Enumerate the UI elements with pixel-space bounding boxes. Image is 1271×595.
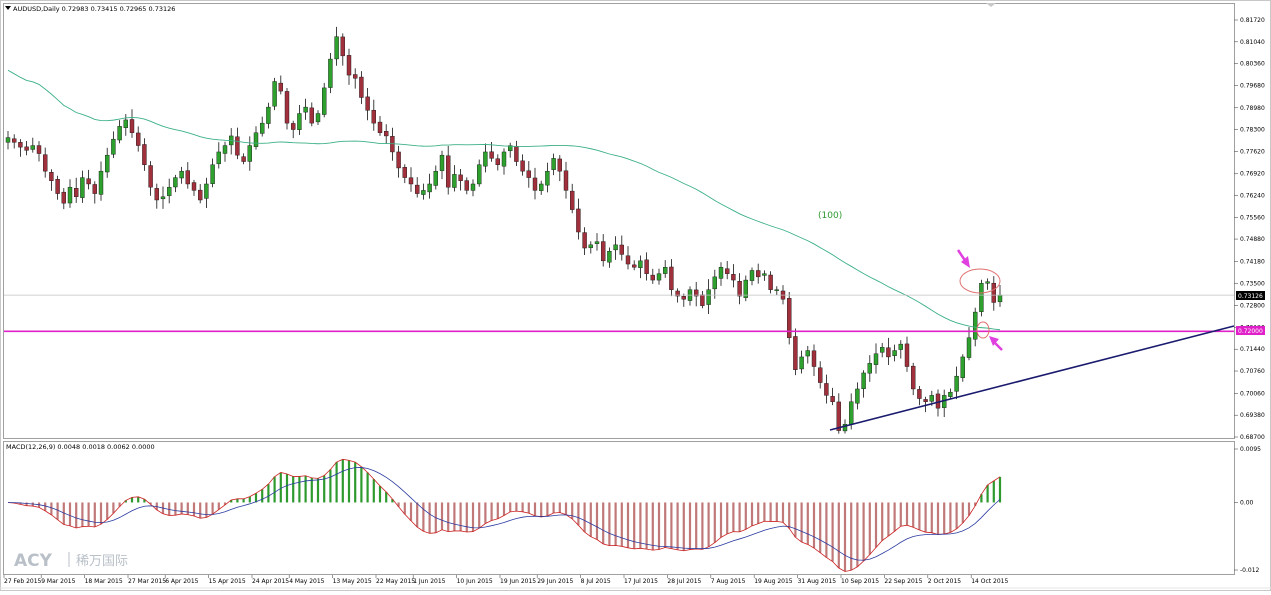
price-tick-label: 0.73500 <box>1240 280 1265 287</box>
time-tick-label: 10 Sep 2015 <box>841 578 879 585</box>
time-tick-label: 1 Jun 2015 <box>413 578 445 585</box>
time-tick-label: 29 Jun 2015 <box>537 578 573 585</box>
time-tick-label: 17 Jul 2015 <box>624 578 658 585</box>
macd-tick-label: 0.0095 <box>1240 446 1261 453</box>
price-tick-label: 0.75560 <box>1240 214 1265 221</box>
price-tick-label: 0.74880 <box>1240 236 1265 243</box>
price-tick-label: 0.79680 <box>1240 82 1265 89</box>
price-tick-label: 0.74180 <box>1240 258 1265 265</box>
time-tick-label: 9 Mar 2015 <box>41 578 75 585</box>
time-tick-label: 27 Feb 2015 <box>4 578 42 585</box>
price-tick-label: 0.77620 <box>1240 148 1265 155</box>
time-tick-label: 28 Jul 2015 <box>667 578 701 585</box>
price-tick-label: 0.80360 <box>1240 61 1265 68</box>
time-tick-label: 2 Oct 2015 <box>928 578 961 585</box>
price-tick-label: 0.76920 <box>1240 171 1265 178</box>
time-tick-label: 15 Apr 2015 <box>209 578 246 585</box>
candle <box>328 52 333 94</box>
time-tick-label: 27 Mar 2015 <box>128 578 166 585</box>
candle <box>979 279 984 317</box>
time-tick-label: 13 May 2015 <box>333 578 372 585</box>
price-tick-label: 0.71440 <box>1240 346 1265 353</box>
symbol-header: AUDUSD,Daily 0.72983 0.73415 0.72965 0.7… <box>13 5 175 13</box>
price-tick-label: 0.78300 <box>1240 127 1265 134</box>
candle <box>272 77 277 111</box>
candle <box>284 87 290 130</box>
price-tick-label: 0.78980 <box>1240 105 1265 112</box>
price-tick-label: 0.72800 <box>1240 303 1265 310</box>
macd-tick-label: -0.012 <box>1240 567 1260 574</box>
macd-header: MACD(12,26,9) 0.0048 0.0018 0.0062 0.000… <box>6 443 155 451</box>
time-tick-label: 6 Apr 2015 <box>165 578 198 585</box>
ma-label: (100) <box>818 211 842 221</box>
price-badge-text: 0.73126 <box>1238 293 1263 300</box>
level-badge-text: 0.72000 <box>1238 328 1263 335</box>
candle <box>322 82 327 118</box>
time-tick-label: 19 Jun 2015 <box>500 578 536 585</box>
time-tick-label: 31 Aug 2015 <box>798 578 837 585</box>
price-tick-label: 0.70060 <box>1240 390 1265 397</box>
time-tick-label: 7 Aug 2015 <box>711 578 746 585</box>
price-tick-label: 0.70760 <box>1240 368 1265 375</box>
time-tick-label: 18 Mar 2015 <box>85 578 123 585</box>
candle <box>960 354 965 382</box>
candle <box>787 292 792 345</box>
watermark-brand: ACY <box>14 551 53 571</box>
time-tick-label: 24 Apr 2015 <box>252 578 289 585</box>
watermark-chinese: 稀万国际 <box>76 554 128 569</box>
price-tick-label: 0.81720 <box>1240 17 1265 24</box>
time-tick-label: 10 Jun 2015 <box>457 578 493 585</box>
price-tick-label: 0.68700 <box>1240 434 1265 441</box>
time-tick-label: 8 Jul 2015 <box>581 578 611 585</box>
price-tick-label: 0.69380 <box>1240 412 1265 419</box>
price-tick-label: 0.76240 <box>1240 193 1265 200</box>
chart-svg: AUDUSD,Daily 0.72983 0.73415 0.72965 0.7… <box>0 0 1271 591</box>
time-tick-label: 19 Aug 2015 <box>754 578 793 585</box>
time-tick-label: 4 May 2015 <box>289 578 324 585</box>
macd-tick-label: 0.00 <box>1240 499 1254 506</box>
time-tick-label: 22 Sep 2015 <box>884 578 922 585</box>
price-tick-label: 0.81040 <box>1240 39 1265 46</box>
time-tick-label: 22 May 2015 <box>376 578 415 585</box>
chart-root: AUDUSD,Daily 0.72983 0.73415 0.72965 0.7… <box>0 0 1271 591</box>
time-tick-label: 14 Oct 2015 <box>971 578 1008 585</box>
